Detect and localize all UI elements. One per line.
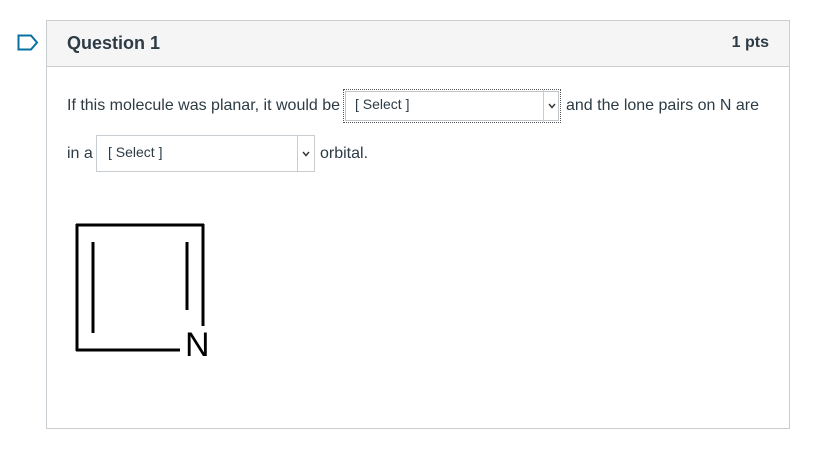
- question-points: 1 pts: [731, 34, 769, 51]
- nitrogen-atom-label: N: [185, 326, 210, 364]
- chevron-down-icon: [297, 136, 314, 171]
- bookmark-flag-icon[interactable]: [17, 34, 39, 51]
- planarity-dropdown[interactable]: [ Select ]: [343, 89, 561, 123]
- orbital-dropdown-value: [ Select ]: [108, 144, 163, 160]
- quiz-page: Question 1 1 pts If this molecule was pl…: [0, 0, 814, 458]
- chevron-down-icon: [543, 90, 560, 122]
- azete-molecule-structure: N: [72, 220, 222, 370]
- question-text-part-1: If this molecule was planar, it would be: [67, 97, 341, 114]
- question-text-part-2: and the lone pairs on N are: [566, 97, 760, 114]
- question-header: Question 1 1 pts: [47, 21, 789, 67]
- question-text-part-4: orbital.: [320, 145, 369, 162]
- planarity-dropdown-value: [ Select ]: [355, 96, 410, 112]
- question-title: Question 1: [67, 33, 161, 53]
- question-text-part-3: in a: [67, 145, 93, 162]
- orbital-dropdown[interactable]: [ Select ]: [96, 135, 315, 172]
